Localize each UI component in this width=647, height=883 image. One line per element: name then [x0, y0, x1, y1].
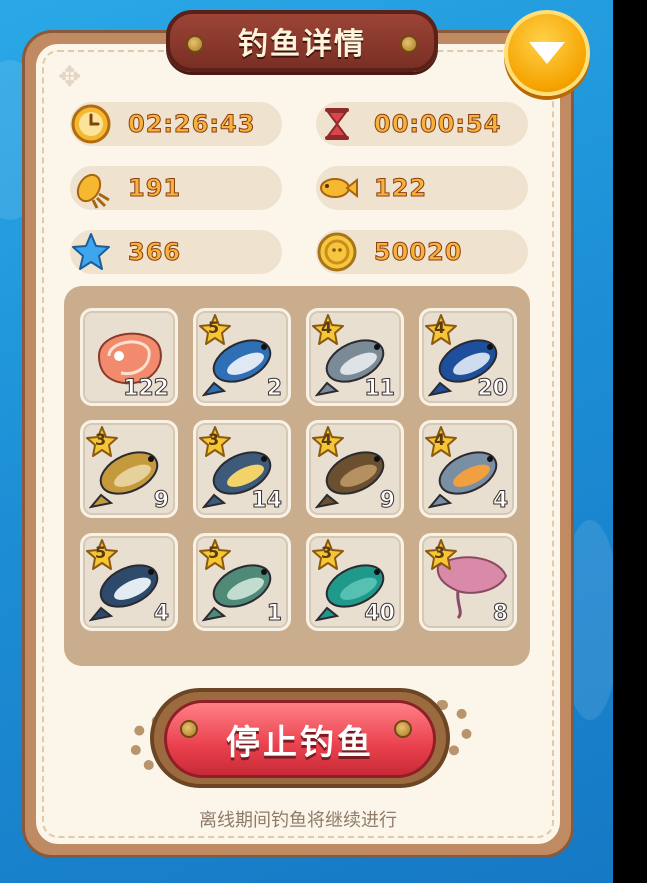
catch-card-sunfish[interactable]: 51 [193, 533, 291, 631]
bait-squid-icon [66, 163, 116, 213]
catch-count: 9 [153, 488, 169, 514]
stop-fishing-button[interactable]: 停止钓鱼 [150, 688, 450, 788]
catch-count: 4 [492, 488, 508, 514]
catch-count: 122 [123, 376, 170, 402]
catch-count: 14 [251, 488, 283, 514]
title-banner: 钓鱼详情 [166, 10, 438, 72]
rarity-level: 5 [208, 543, 220, 562]
page-title: 钓鱼详情 [238, 27, 366, 62]
catch-count: 8 [492, 601, 508, 627]
chevron-down-icon [529, 42, 565, 64]
catch-card-tuna[interactable]: 4 11 [306, 308, 404, 406]
catch-count: 4 [153, 601, 169, 627]
catch-card-rockfish[interactable]: 49 [306, 420, 404, 518]
catch-count: 20 [477, 376, 509, 402]
catch-card-shark[interactable]: 54 [80, 533, 178, 631]
rivet-icon [186, 35, 204, 53]
catch-count: 9 [379, 488, 395, 514]
catch-count: 40 [364, 601, 396, 627]
remaining-time-value: 00:00:54 [373, 110, 502, 139]
catch-card-bream[interactable]: 3 14 [193, 420, 291, 518]
rarity-level: 3 [95, 430, 107, 449]
catch-card-swordfish[interactable]: 52 [193, 308, 291, 406]
catch-card-stingray[interactable]: 38 [419, 533, 517, 631]
screen-edge [613, 0, 647, 883]
stop-fishing-label: 停止钓鱼 [226, 722, 374, 763]
rarity-level: 3 [321, 543, 333, 562]
stat-coins: 50020 [316, 230, 528, 274]
stat-fish-caught: 122 [316, 166, 528, 210]
rivet-icon [400, 35, 418, 53]
online-time-value: 02:26:43 [127, 110, 256, 139]
rarity-level: 4 [434, 430, 446, 449]
rivet-icon [394, 720, 412, 738]
catch-card-parrotfish[interactable]: 3 40 [306, 533, 404, 631]
stat-stars: 366 [70, 230, 282, 274]
stop-fishing-button-face[interactable]: 停止钓鱼 [164, 700, 436, 778]
rarity-level: 4 [434, 318, 446, 337]
catch-card-perch[interactable]: 44 [419, 420, 517, 518]
fish-caught-value: 122 [373, 174, 428, 203]
catch-count: 2 [266, 376, 282, 402]
coins-value: 50020 [374, 238, 463, 267]
clock-icon [66, 99, 116, 149]
stat-online-time: 02:26:43 [70, 102, 282, 146]
offline-hint: 离线期间钓鱼将继续进行 [199, 810, 397, 831]
stat-bait: 191 [70, 166, 282, 210]
catch-card-grouper[interactable]: 39 [80, 420, 178, 518]
stat-remaining-time: 00:00:54 [316, 102, 528, 146]
star-icon [66, 227, 116, 277]
collapse-button[interactable] [504, 10, 590, 96]
bait-value: 191 [127, 174, 182, 203]
rarity-level: 3 [434, 543, 446, 562]
rivet-icon [180, 720, 198, 738]
fish-icon [312, 163, 362, 213]
catch-card-salmon-steak[interactable]: 122 [80, 308, 178, 406]
rarity-level: 5 [95, 543, 107, 562]
catch-count: 1 [266, 601, 282, 627]
coin-icon [312, 227, 362, 277]
catch-card-marlin[interactable]: 4 20 [419, 308, 517, 406]
rarity-level: 4 [321, 430, 333, 449]
rarity-level: 3 [208, 430, 220, 449]
hourglass-icon [312, 99, 362, 149]
panel-corner-ornament: ✥ [58, 60, 82, 93]
rarity-level: 5 [208, 318, 220, 337]
catch-count: 11 [364, 376, 396, 402]
rarity-level: 4 [321, 318, 333, 337]
stars-value: 366 [127, 238, 182, 267]
